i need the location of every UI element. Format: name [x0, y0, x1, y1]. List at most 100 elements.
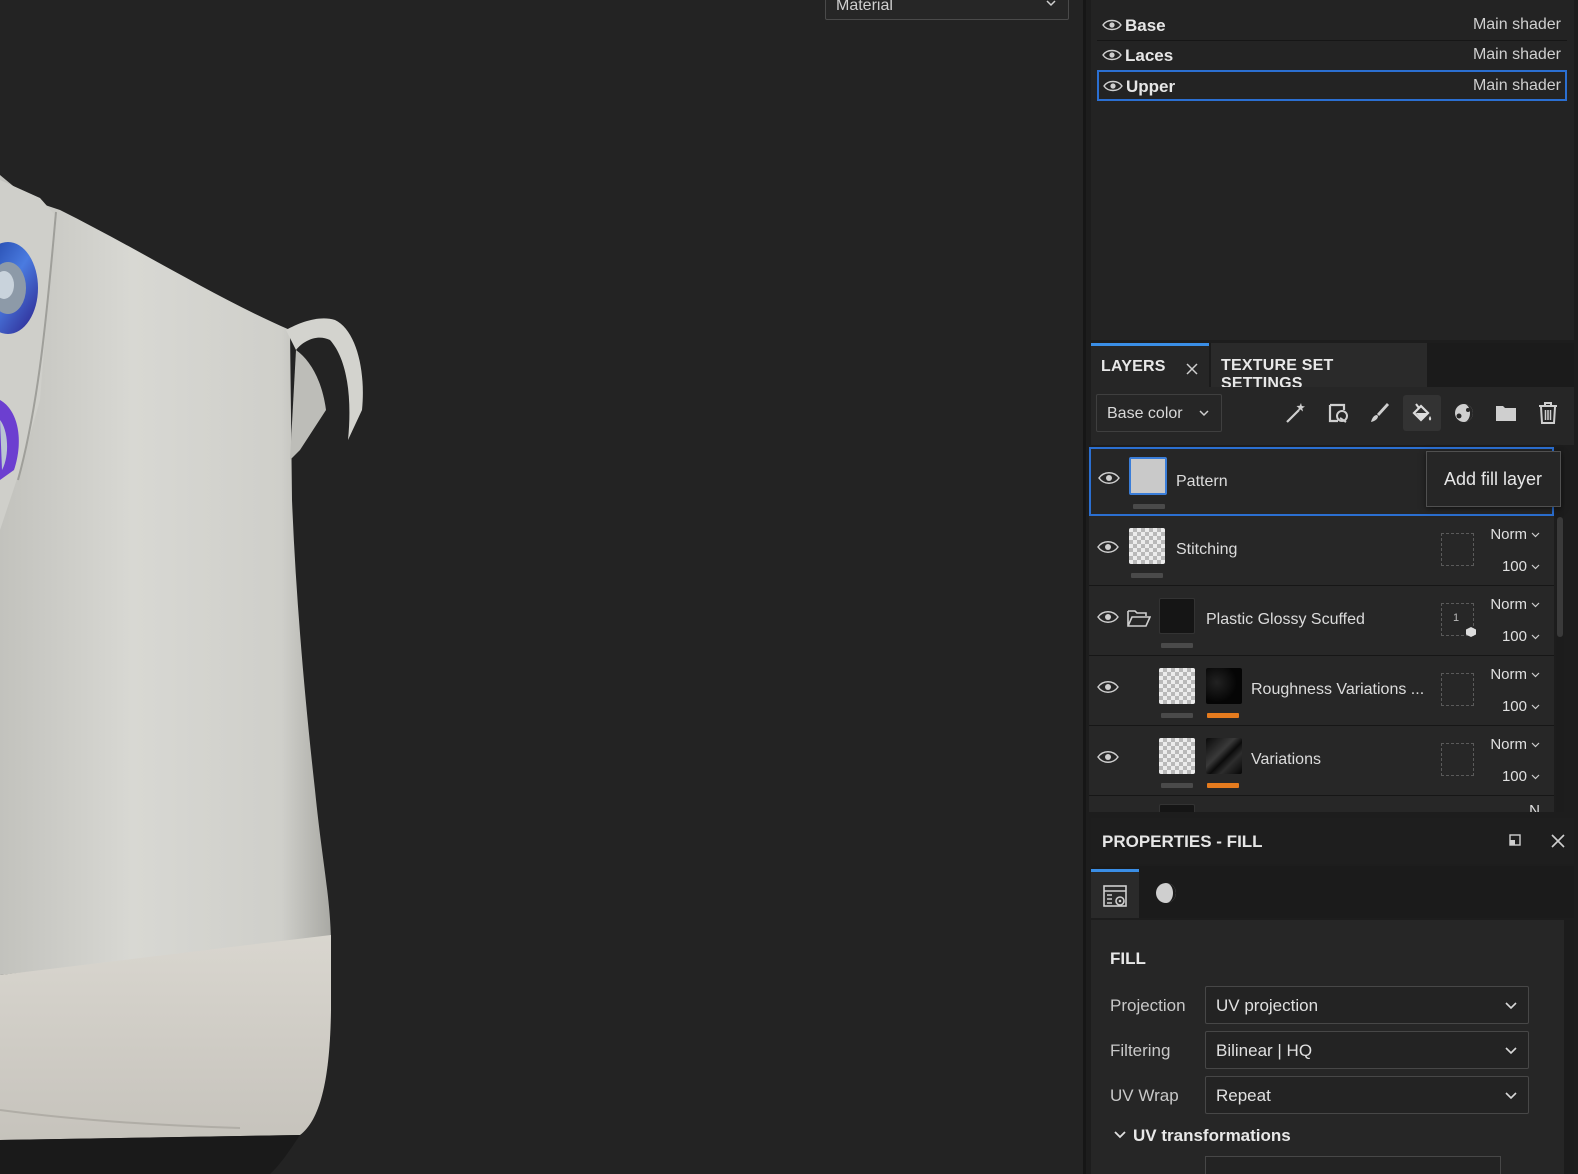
layer-mask-slot[interactable]: 1: [1441, 603, 1476, 637]
layer-mask-slot[interactable]: [1441, 743, 1474, 776]
tab-texture-set-settings[interactable]: TEXTURE SET SETTINGS: [1211, 343, 1427, 392]
tab-material-properties[interactable]: [1142, 869, 1190, 918]
chevron-down-icon: [1531, 602, 1540, 608]
layer-row-roughness-variations[interactable]: Roughness Variations ... Norm 100: [1089, 656, 1554, 726]
blend-mode-select[interactable]: Norm: [1490, 526, 1540, 543]
uv-transformations-toggle[interactable]: UV transformations: [1113, 1126, 1291, 1146]
boot-model-render: [0, 175, 363, 1174]
layer-thumbnail: [1129, 528, 1165, 564]
texture-set-row-upper[interactable]: Upper Main shader: [1097, 70, 1567, 101]
layer-mask-slot[interactable]: [1441, 673, 1474, 706]
opacity-select[interactable]: 100: [1502, 768, 1540, 785]
eye-icon[interactable]: [1097, 609, 1119, 625]
add-mask-button[interactable]: [1445, 395, 1483, 431]
texture-set-row-laces[interactable]: Laces Main shader: [1097, 41, 1567, 71]
blend-mode-select[interactable]: Norm: [1490, 736, 1540, 753]
layer-thumbnail: [1159, 598, 1195, 634]
blend-mode-select[interactable]: Norm: [1490, 666, 1540, 683]
chevron-down-icon: [1531, 634, 1540, 640]
blend-mode-value: Norm: [1490, 736, 1527, 753]
blend-mode-select[interactable]: Norm: [1490, 596, 1540, 613]
eye-icon[interactable]: [1097, 679, 1119, 695]
properties-settings-icon: [1103, 885, 1127, 907]
layer-mask-thumbnail[interactable]: [1206, 738, 1242, 774]
opacity-value: 100: [1501, 558, 1527, 575]
texture-set-row-base[interactable]: Base Main shader: [1097, 11, 1567, 41]
float-panel-icon[interactable]: [1508, 833, 1522, 847]
chevron-down-icon: [1199, 410, 1209, 417]
channel-select[interactable]: Base color: [1096, 394, 1222, 432]
texture-set-name: Laces: [1125, 46, 1174, 65]
eye-icon[interactable]: [1103, 79, 1123, 93]
uv-wrap-value: Repeat: [1216, 1086, 1271, 1105]
add-folder-button[interactable]: [1487, 395, 1525, 431]
close-icon[interactable]: [1185, 362, 1199, 376]
layer-content-bar: [1161, 643, 1193, 648]
layers-toolbar: Base color: [1091, 387, 1574, 445]
chevron-down-icon: [1531, 564, 1540, 570]
open-folder-icon[interactable]: [1127, 608, 1151, 628]
layer-content-bar: [1161, 713, 1193, 718]
projection-value: UV projection: [1216, 996, 1319, 1015]
layers-tab-bar: LAYERS TEXTURE SET SETTINGS: [1091, 343, 1574, 392]
add-fill-layer-button[interactable]: [1403, 395, 1441, 431]
layer-mask-thumbnail[interactable]: [1206, 668, 1242, 704]
uv-transformations-field[interactable]: [1205, 1156, 1501, 1174]
blend-mode-value: Norm: [1490, 666, 1527, 683]
opacity-value: 100: [1501, 698, 1527, 715]
layer-name: Stitching: [1176, 541, 1238, 558]
layer-name: Pattern: [1176, 473, 1228, 490]
mask-content-bar: [1207, 713, 1239, 718]
close-icon[interactable]: [1550, 833, 1566, 849]
layer-mask-slot[interactable]: [1441, 533, 1474, 566]
delete-layer-button[interactable]: [1529, 395, 1567, 431]
paint-brush-icon: [1371, 403, 1390, 422]
chevron-down-icon: [1505, 1047, 1517, 1055]
properties-body: FILL Projection UV projection Filtering …: [1091, 920, 1564, 1174]
chevron-down-icon: [1046, 0, 1056, 7]
layer-row-variations[interactable]: Variations Norm 100: [1089, 726, 1554, 796]
effect-cube-icon: [1466, 627, 1476, 637]
scrollbar-thumb[interactable]: [1557, 517, 1563, 637]
add-paint-layer-button[interactable]: [1361, 395, 1399, 431]
filtering-label: Filtering: [1110, 1041, 1171, 1060]
uv-wrap-select[interactable]: Repeat: [1205, 1076, 1529, 1114]
layer-row-folder-plastic-glossy-scuffed[interactable]: Plastic Glossy Scuffed 1 Norm 100: [1089, 586, 1554, 656]
3d-viewport[interactable]: Material: [0, 0, 1083, 1174]
blend-mode-value: Norm: [1490, 596, 1527, 613]
projection-label: Projection: [1110, 996, 1186, 1015]
blend-mode-select[interactable]: N: [1529, 802, 1540, 812]
eye-icon[interactable]: [1097, 749, 1119, 765]
chevron-down-icon: [1531, 704, 1540, 710]
chevron-down-icon: [1531, 742, 1540, 748]
eye-icon[interactable]: [1102, 48, 1122, 62]
channel-select-value: Base color: [1107, 405, 1183, 422]
layer-row-stitching[interactable]: Stitching Norm 100: [1089, 516, 1554, 586]
opacity-value: 100: [1501, 628, 1527, 645]
texture-set-shader: Main shader: [1472, 77, 1561, 94]
layer-thumbnail: [1159, 804, 1195, 812]
chevron-down-icon: [1505, 1002, 1517, 1010]
filtering-select[interactable]: Bilinear | HQ: [1205, 1031, 1529, 1069]
tab-layers[interactable]: LAYERS: [1091, 343, 1209, 387]
eye-icon[interactable]: [1097, 539, 1119, 555]
projection-select[interactable]: UV projection: [1205, 986, 1529, 1024]
opacity-select[interactable]: 100: [1502, 628, 1540, 645]
add-effect-button[interactable]: [1277, 395, 1315, 431]
tab-fill-properties[interactable]: [1091, 869, 1139, 918]
layer-content-bar: [1133, 504, 1165, 509]
eye-icon[interactable]: [1098, 470, 1120, 486]
layer-name: Variations: [1251, 751, 1321, 768]
eye-icon[interactable]: [1102, 18, 1122, 32]
opacity-select[interactable]: 100: [1502, 698, 1540, 715]
add-smart-material-button[interactable]: [1319, 395, 1357, 431]
layer-content-bar: [1161, 783, 1193, 788]
viewport-mode-select[interactable]: Material: [825, 0, 1069, 20]
opacity-select[interactable]: 100: [1502, 558, 1540, 575]
magic-wand-icon: [1286, 403, 1305, 423]
layer-row-partial[interactable]: N: [1089, 796, 1554, 812]
properties-scrollbar[interactable]: [1564, 920, 1574, 1174]
layer-name: Plastic Glossy Scuffed: [1206, 611, 1365, 628]
uv-transformations-label: UV transformations: [1133, 1126, 1291, 1145]
uv-wrap-label: UV Wrap: [1110, 1086, 1179, 1105]
